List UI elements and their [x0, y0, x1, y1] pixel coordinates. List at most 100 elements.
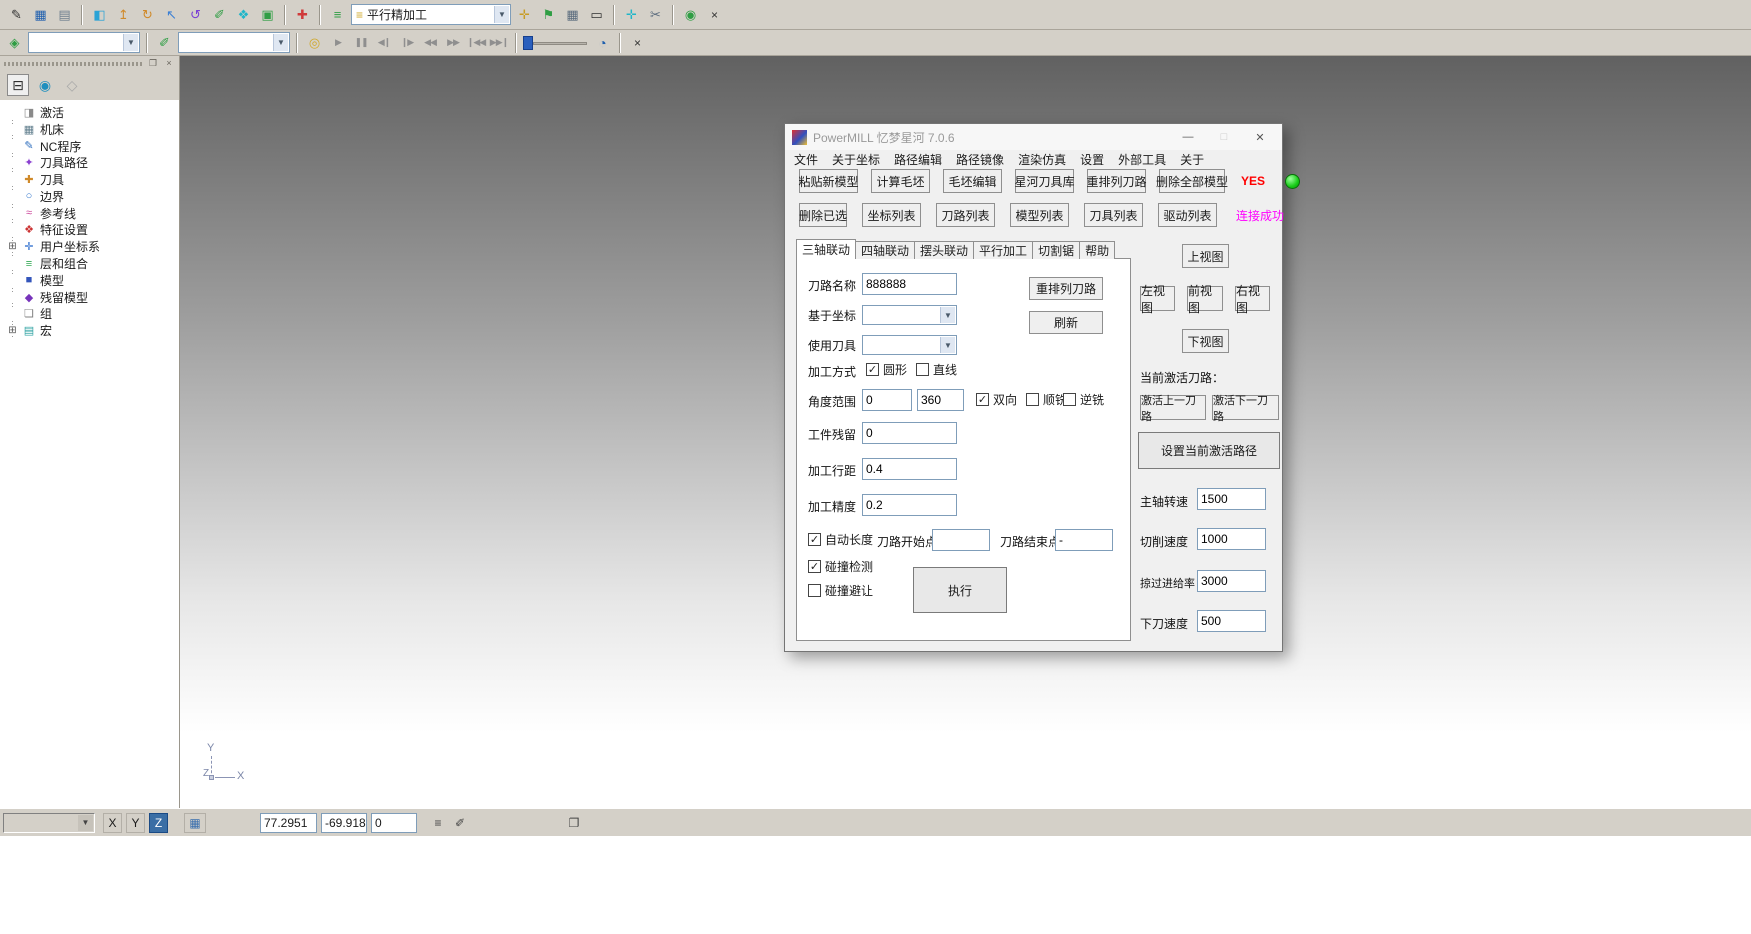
activate-next-toolpath-button[interactable]: 激活下一刀路: [1212, 395, 1279, 420]
pen-icon[interactable]: ✐: [154, 32, 175, 53]
tab-parallel[interactable]: 平行加工: [973, 241, 1033, 259]
monitor-icon[interactable]: ❐: [565, 813, 583, 833]
globe-icon[interactable]: ◉: [34, 74, 56, 96]
tree-item-nc-programs[interactable]: ✎NC程序: [5, 138, 179, 155]
bidirectional-checkbox[interactable]: ✓ 双向: [976, 391, 1017, 408]
collision-check-checkbox[interactable]: ✓ 碰撞检测: [808, 558, 873, 575]
toolpath-end-input[interactable]: [1055, 529, 1113, 551]
expander-icon[interactable]: [7, 191, 18, 202]
expander-icon[interactable]: [7, 107, 18, 118]
edit-block-button[interactable]: 毛坯编辑: [943, 169, 1002, 193]
menu-path-edit[interactable]: 路径编辑: [887, 150, 949, 169]
chevron-down-icon[interactable]: ▼: [123, 34, 138, 51]
stepover-input[interactable]: [862, 458, 957, 480]
checkbox-box[interactable]: [916, 363, 929, 376]
tree-item-macros[interactable]: ⊞▤宏: [5, 322, 179, 339]
dialog-titlebar[interactable]: PowerMILL 忆梦星河 7.0.6 — □ ✕: [785, 124, 1282, 150]
coordinate-x-field[interactable]: 77.2951: [260, 813, 317, 833]
menu-path-mirror[interactable]: 路径镜像: [949, 150, 1011, 169]
model-list-button[interactable]: 模型列表: [1010, 203, 1069, 227]
tab-4axis[interactable]: 四轴联动: [855, 241, 915, 259]
tree-item-levels[interactable]: ≡层和组合: [5, 255, 179, 272]
slider-handle[interactable]: [523, 36, 533, 50]
draw-icon[interactable]: ✐: [209, 4, 230, 25]
strategy-combo[interactable]: ≡ 平行精加工 ▼: [351, 4, 511, 25]
tool-list-button[interactable]: 刀具列表: [1084, 203, 1143, 227]
panel-pin-icon[interactable]: ❐: [147, 58, 159, 69]
execute-button[interactable]: 执行: [913, 567, 1007, 613]
spindle-speed-input[interactable]: [1197, 488, 1266, 510]
toolpath-tree-icon[interactable]: ◈: [4, 32, 25, 53]
set-active-path-button[interactable]: 设置当前激活路径: [1138, 432, 1280, 469]
plunge-feed-input[interactable]: [1197, 610, 1266, 632]
auto-length-checkbox[interactable]: ✓ 自动长度: [808, 531, 873, 548]
chevron-down-icon[interactable]: ▼: [273, 34, 288, 51]
expander-icon[interactable]: ⊞: [7, 241, 18, 252]
fast-forward-icon[interactable]: ▶▶: [443, 33, 463, 53]
toolbar-close-icon[interactable]: ×: [704, 4, 725, 25]
minimize-button[interactable]: —: [1173, 126, 1203, 148]
menu-about[interactable]: 关于: [1173, 150, 1211, 169]
maximize-button[interactable]: □: [1209, 126, 1239, 148]
tree-item-boundaries[interactable]: ○边界: [5, 188, 179, 205]
rewind-icon[interactable]: ◀◀: [420, 33, 440, 53]
circle-checkbox[interactable]: ✓ 圆形: [866, 361, 907, 378]
list-icon[interactable]: ≡: [429, 813, 447, 833]
simulate-icon[interactable]: ✂: [645, 4, 666, 25]
levels-icon[interactable]: ▣: [257, 4, 278, 25]
expander-icon[interactable]: [7, 275, 18, 286]
tree-item-stock-models[interactable]: ◆残留模型: [5, 289, 179, 306]
chevron-down-icon[interactable]: ▼: [78, 815, 93, 831]
toolpath-combo[interactable]: ▼: [28, 32, 140, 53]
base-coordinate-combo[interactable]: ▼: [862, 305, 957, 325]
tree-item-toolpaths[interactable]: ✦刀具路径: [5, 154, 179, 171]
expander-icon[interactable]: ⊞: [7, 325, 18, 336]
menu-coordinates[interactable]: 关于坐标: [825, 150, 887, 169]
expander-icon[interactable]: [7, 157, 18, 168]
tree-item-patterns[interactable]: ≈参考线: [5, 205, 179, 222]
keyboard-icon[interactable]: ▭: [586, 4, 607, 25]
skim-feed-input[interactable]: [1197, 570, 1266, 592]
checkbox-box[interactable]: ✓: [808, 533, 821, 546]
strategy-icon[interactable]: ≡: [327, 4, 348, 25]
clock-icon[interactable]: ◔: [592, 32, 613, 53]
z-axis-icon[interactable]: ↥: [113, 4, 134, 25]
chevron-down-icon[interactable]: ▼: [940, 337, 955, 353]
bottom-view-button[interactable]: 下视图: [1182, 329, 1229, 353]
activate-prev-toolpath-button[interactable]: 激活上一刀路: [1140, 395, 1206, 420]
expander-icon[interactable]: [7, 308, 18, 319]
print-icon[interactable]: ▤: [54, 4, 75, 25]
toolpath-name-input[interactable]: [862, 273, 957, 295]
chevron-down-icon[interactable]: ▼: [494, 6, 509, 23]
pause-icon[interactable]: ❚❚: [351, 33, 371, 53]
tree-item-activate[interactable]: ◨激活: [5, 104, 179, 121]
expander-icon[interactable]: [7, 208, 18, 219]
hammer-icon[interactable]: ✛: [514, 4, 535, 25]
climb-mill-checkbox[interactable]: 顺铣: [1026, 391, 1067, 408]
tab-saw[interactable]: 切割锯: [1032, 241, 1080, 259]
left-view-button[interactable]: 左视图: [1140, 286, 1175, 311]
toolpath-start-input[interactable]: [932, 529, 990, 551]
paste-new-model-button[interactable]: 粘贴新模型: [799, 169, 858, 193]
rotate-axis-icon[interactable]: ↻: [137, 4, 158, 25]
lock-icon[interactable]: ◇: [61, 74, 83, 96]
use-tool-combo[interactable]: ▼: [862, 335, 957, 355]
expander-icon[interactable]: [7, 174, 18, 185]
line-checkbox[interactable]: 直线: [916, 361, 957, 378]
lightbulb-icon[interactable]: ◎: [304, 32, 325, 53]
move-icon[interactable]: ❖: [233, 4, 254, 25]
tool-library-button[interactable]: 星河刀具库: [1015, 169, 1074, 193]
tool-combo[interactable]: ▼: [178, 32, 290, 53]
workplane-icon[interactable]: ✛: [621, 4, 642, 25]
grid-icon[interactable]: ▦: [184, 813, 206, 833]
tab-3axis[interactable]: 三轴联动: [796, 239, 856, 259]
tree-item-groups[interactable]: ❏组: [5, 306, 179, 323]
checkbox-box[interactable]: [1026, 393, 1039, 406]
drive-list-button[interactable]: 驱动列表: [1158, 203, 1217, 227]
tool-icon[interactable]: ✚: [292, 4, 313, 25]
tab-swivel-head[interactable]: 摆头联动: [914, 241, 974, 259]
tree-item-feature-sets[interactable]: ❖特征设置: [5, 222, 179, 239]
checkbox-box[interactable]: [808, 584, 821, 597]
expander-icon[interactable]: [7, 292, 18, 303]
new-model-icon[interactable]: ✎: [6, 4, 27, 25]
